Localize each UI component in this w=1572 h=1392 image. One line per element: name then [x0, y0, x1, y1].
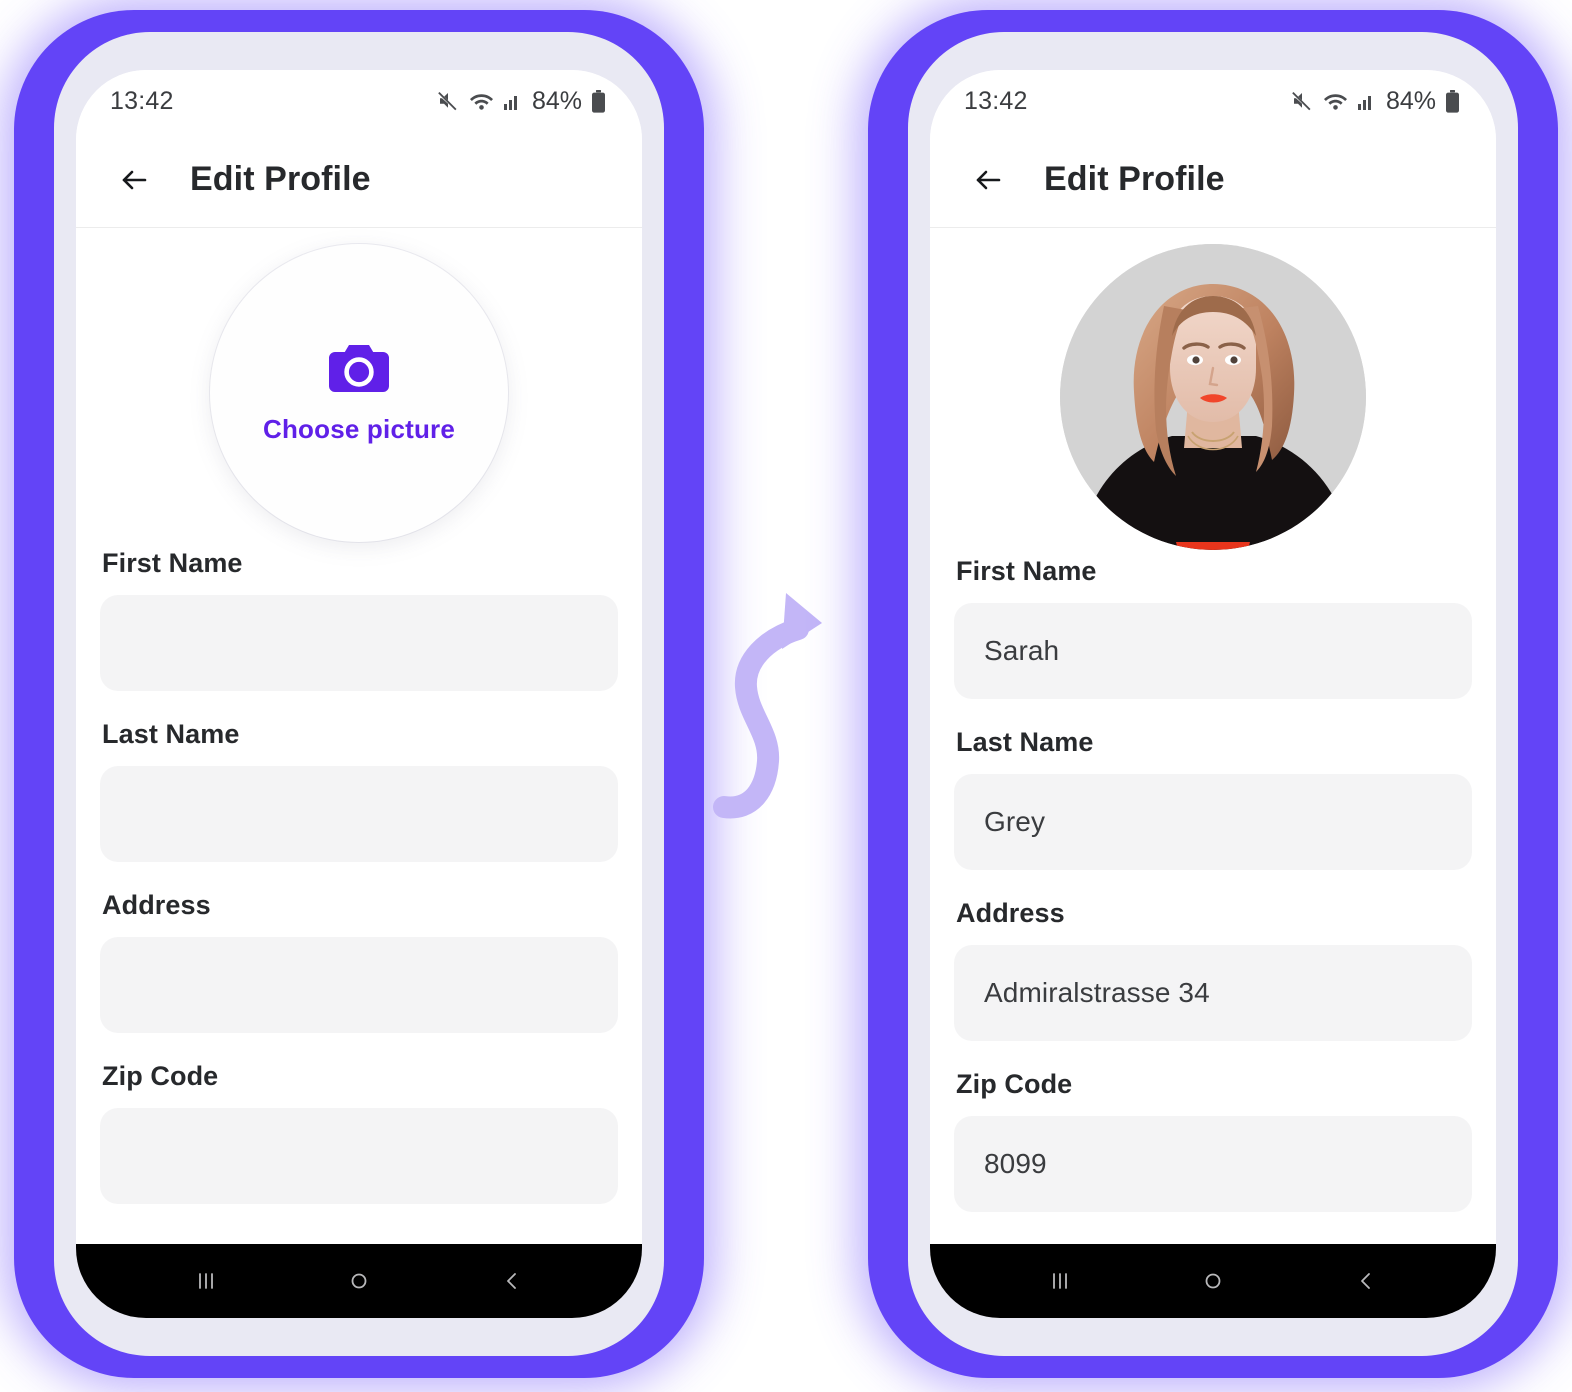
- status-icon-group: 84%: [1290, 87, 1460, 116]
- page-title: Edit Profile: [190, 160, 371, 198]
- battery-icon: [1445, 89, 1460, 113]
- avatar-area: [952, 228, 1474, 556]
- address-input[interactable]: [100, 937, 618, 1033]
- app-bar: Edit Profile: [930, 132, 1496, 228]
- choose-picture-button[interactable]: Choose picture: [210, 244, 508, 542]
- field-label: Last Name: [102, 719, 240, 749]
- phone-screen: 13:42: [76, 70, 642, 1318]
- battery-percent-label: 84%: [531, 86, 582, 115]
- first-name-input[interactable]: [100, 595, 618, 691]
- signal-bars-icon: [503, 91, 523, 111]
- field-value: Grey: [984, 806, 1046, 837]
- recents-icon[interactable]: [170, 1250, 242, 1312]
- android-nav-bar: [76, 1244, 642, 1318]
- field-label: Last Name: [956, 727, 1094, 757]
- address-input[interactable]: Admiralstrasse 34: [954, 945, 1472, 1041]
- mute-icon: [436, 89, 460, 113]
- choose-picture-label: Choose picture: [262, 414, 456, 444]
- first-name-input[interactable]: Sarah: [954, 603, 1472, 699]
- form-fields-filled: First Name Sarah Last Name Grey Address …: [952, 556, 1474, 1212]
- phone-screen: 13:42: [930, 70, 1496, 1318]
- field-label: Address: [102, 890, 211, 920]
- field-label: Address: [956, 898, 1065, 928]
- home-icon[interactable]: [323, 1250, 395, 1312]
- form-field-address: Address Admiralstrasse 34: [954, 898, 1472, 1041]
- status-time: 13:42: [964, 86, 1028, 115]
- form-fields-empty: First Name Last Name Address Zip Code: [98, 548, 620, 1204]
- phone-mockup-filled: 13:42 84% Edit Profile First Name Sarah …: [868, 10, 1558, 1378]
- android-nav-bar: [930, 1244, 1496, 1318]
- zip-code-input[interactable]: 8099: [954, 1116, 1472, 1212]
- field-value: Admiralstrasse 34: [984, 977, 1210, 1008]
- form-field-last-name: Last Name: [100, 719, 618, 862]
- page-title: Edit Profile: [1044, 160, 1225, 198]
- wifi-icon: [1323, 90, 1348, 112]
- recents-icon[interactable]: [1024, 1250, 1096, 1312]
- profile-form-body: Choose picture First Name Last Name Addr…: [76, 228, 642, 1244]
- profile-form-body: First Name Sarah Last Name Grey Address …: [930, 228, 1496, 1244]
- back-icon[interactable]: [1330, 1250, 1402, 1312]
- field-label: Zip Code: [102, 1061, 219, 1091]
- wifi-icon: [469, 90, 494, 112]
- form-field-first-name: First Name Sarah: [954, 556, 1472, 699]
- phone-frame: 13:42: [908, 32, 1518, 1356]
- field-label: First Name: [102, 548, 243, 578]
- field-value: Sarah: [984, 635, 1060, 666]
- avatar[interactable]: [1060, 244, 1366, 550]
- field-value: 8099: [984, 1148, 1047, 1179]
- phone-mockup-empty: 13:42 84% Edit Profile Choose picture Fi…: [14, 10, 704, 1378]
- signal-bars-icon: [1357, 91, 1377, 111]
- status-bar: 13:42 84%: [76, 70, 642, 132]
- form-field-zip-code: Zip Code: [100, 1061, 618, 1204]
- form-field-last-name: Last Name Grey: [954, 727, 1472, 870]
- status-time: 13:42: [110, 86, 174, 115]
- camera-icon: [327, 341, 391, 400]
- field-label: First Name: [956, 556, 1097, 586]
- back-icon[interactable]: [476, 1250, 548, 1312]
- home-icon[interactable]: [1177, 1250, 1249, 1312]
- app-bar: Edit Profile: [76, 132, 642, 228]
- battery-percent-label: 84%: [1385, 86, 1436, 115]
- arrow-left-icon[interactable]: [104, 150, 164, 210]
- flow-arrow: [712, 575, 862, 825]
- status-bar: 13:42 84%: [930, 70, 1496, 132]
- phone-frame: 13:42: [54, 32, 664, 1356]
- field-label: Zip Code: [956, 1069, 1073, 1099]
- last-name-input[interactable]: Grey: [954, 774, 1472, 870]
- comparison-stage: 13:42 84% Edit Profile Choose picture Fi…: [0, 0, 1572, 1392]
- battery-icon: [591, 89, 606, 113]
- last-name-input[interactable]: [100, 766, 618, 862]
- avatar-area: Choose picture: [98, 228, 620, 548]
- form-field-first-name: First Name: [100, 548, 618, 691]
- mute-icon: [1290, 89, 1314, 113]
- arrow-left-icon[interactable]: [958, 150, 1018, 210]
- form-field-address: Address: [100, 890, 618, 1033]
- form-field-zip-code: Zip Code 8099: [954, 1069, 1472, 1212]
- status-icon-group: 84%: [436, 87, 606, 116]
- zip-code-input[interactable]: [100, 1108, 618, 1204]
